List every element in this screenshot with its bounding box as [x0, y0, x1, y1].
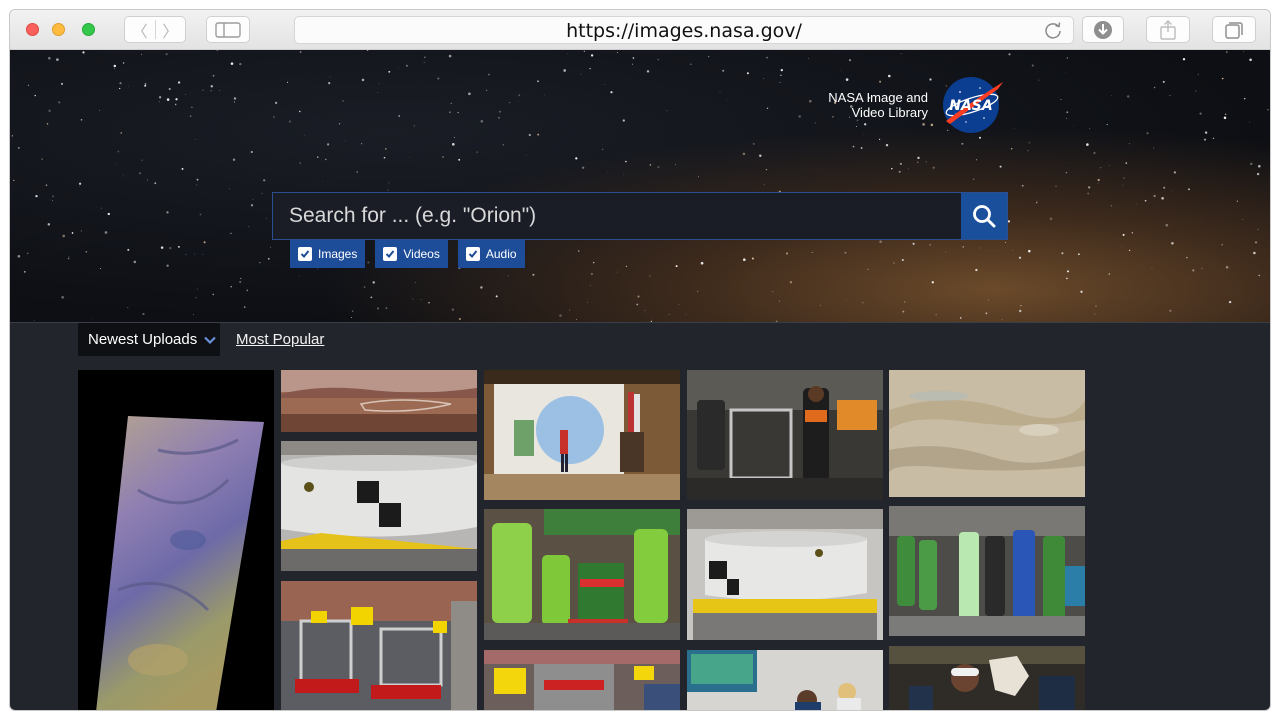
site-title-line1: NASA Image and: [828, 90, 928, 105]
download-icon: [1094, 20, 1112, 39]
history-nav: 〈 〉: [124, 16, 186, 43]
gallery-tile[interactable]: [484, 650, 680, 710]
zoom-window-button[interactable]: [82, 23, 95, 36]
share-button[interactable]: [1146, 16, 1190, 43]
robotics-team-group-image: [889, 506, 1085, 636]
forward-button[interactable]: 〉: [156, 18, 186, 42]
search-icon: [973, 205, 996, 228]
filter-label-videos: Videos: [403, 247, 440, 261]
gallery-tile[interactable]: [281, 441, 477, 571]
heat-shield-test-article-image: [281, 441, 477, 571]
browser-toolbar: 〈 〉 https://images.nasa.gov/: [10, 10, 1270, 50]
checkbox-images[interactable]: [298, 247, 312, 261]
nasa-meatball-logo[interactable]: NASA: [940, 74, 1006, 134]
checkmark-icon: [300, 250, 310, 258]
gallery-tile[interactable]: [484, 509, 680, 640]
gallery-tile[interactable]: [889, 370, 1085, 497]
heat-shield-on-frame-image: [687, 509, 883, 640]
mars-landscape-image: [281, 370, 477, 432]
crowd-costume-image: [889, 646, 1085, 710]
starfield-background: [11, 50, 1269, 322]
gallery-tile[interactable]: [889, 506, 1085, 636]
sort-bar: Newest Uploads Most Popular: [10, 322, 1270, 362]
show-tabs-button[interactable]: [1212, 16, 1256, 43]
reload-icon[interactable]: [1043, 20, 1063, 40]
filter-label-audio: Audio: [485, 247, 517, 261]
tabs-icon: [1225, 21, 1243, 39]
minimize-window-button[interactable]: [52, 23, 65, 36]
gallery-tile[interactable]: [484, 370, 680, 500]
gallery-tile[interactable]: [687, 650, 883, 710]
checkbox-audio[interactable]: [465, 247, 480, 261]
presentation-stage-image: [484, 370, 680, 500]
downloads-button[interactable]: [1082, 16, 1124, 43]
sort-most-popular[interactable]: Most Popular: [236, 331, 324, 348]
chevron-down-icon: [204, 336, 216, 344]
sort-active-label: Newest Uploads: [88, 331, 198, 348]
gallery-tile[interactable]: [281, 370, 477, 432]
checkmark-icon: [386, 250, 395, 258]
sort-newest-uploads[interactable]: Newest Uploads: [78, 323, 220, 356]
gallery-tile[interactable]: [687, 370, 883, 500]
robotics-competition-bots-image: [281, 581, 477, 710]
nasa-logo-text: NASA: [949, 98, 992, 114]
search-bar: [272, 192, 1008, 240]
back-button[interactable]: 〈: [125, 18, 155, 42]
site-title[interactable]: NASA Image and Video Library: [822, 90, 928, 120]
site-title-line2: Video Library: [851, 105, 928, 120]
media-type-filters: Images Videos Audio: [290, 240, 525, 268]
robot-arena-image: [484, 650, 680, 710]
browser-window: 〈 〉 https://images.nasa.gov/ NASA Image …: [9, 9, 1271, 711]
sidebar-icon: [215, 21, 241, 38]
address-bar[interactable]: https://images.nasa.gov/: [294, 16, 1074, 44]
gallery-tile[interactable]: [281, 581, 477, 710]
web-page: NASA Image and Video Library NASA I: [10, 50, 1270, 710]
close-window-button[interactable]: [26, 23, 39, 36]
hero-banner: NASA Image and Video Library NASA I: [10, 50, 1270, 322]
gallery-tile[interactable]: [78, 370, 274, 710]
filter-audio[interactable]: Audio: [457, 240, 525, 268]
search-button[interactable]: [961, 193, 1007, 239]
robot-pit-area-image: [687, 370, 883, 500]
filter-images[interactable]: Images: [290, 240, 366, 268]
share-icon: [1160, 19, 1176, 40]
filter-label-images: Images: [318, 247, 358, 261]
lab-screen-image: [687, 650, 883, 710]
mars-orbital-strip-image: [96, 416, 264, 710]
jupiter-clouds-image: [889, 370, 1085, 497]
sidebar-toggle-button[interactable]: [206, 16, 250, 43]
search-input[interactable]: [273, 193, 961, 239]
filter-videos[interactable]: Videos: [375, 240, 448, 268]
gallery-tile[interactable]: [687, 509, 883, 640]
checkmark-icon: [468, 250, 478, 258]
url-text: https://images.nasa.gov/: [566, 20, 802, 42]
gallery-tile[interactable]: [889, 646, 1085, 710]
frc-team-7033-image: [484, 509, 680, 640]
checkbox-videos[interactable]: [383, 247, 398, 261]
